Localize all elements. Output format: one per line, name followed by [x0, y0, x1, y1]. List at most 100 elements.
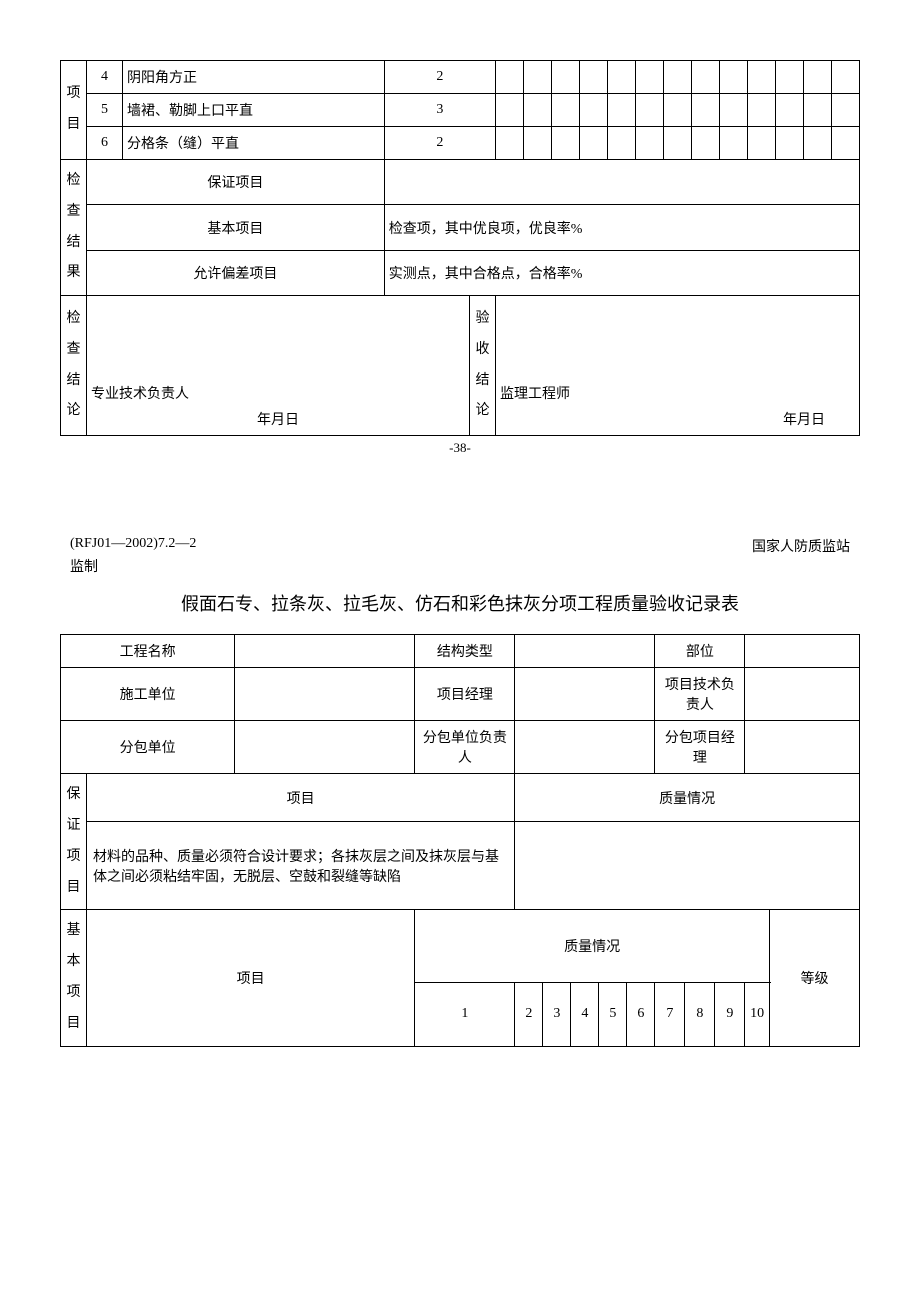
row-num: 4 [87, 61, 123, 94]
num-col: 9 [715, 982, 745, 1046]
cell [832, 127, 860, 160]
label-structure-type: 结构类型 [415, 635, 515, 668]
row-name: 分格条（缝）平直 [123, 127, 385, 160]
cell [496, 127, 524, 160]
num-col: 8 [685, 982, 715, 1046]
form-title: 假面石专、拉条灰、拉毛灰、仿石和彩色抹灰分项工程质量验收记录表 [60, 590, 860, 616]
cell [552, 61, 580, 94]
cell [496, 61, 524, 94]
quality-header: 质量情况 [415, 910, 770, 982]
row-tol: 2 [384, 127, 495, 160]
cell [664, 61, 692, 94]
value-position [745, 635, 860, 668]
label-position: 部位 [655, 635, 745, 668]
basic-text: 检查项，其中优良项，优良率% [384, 205, 859, 250]
num-col: 5 [599, 982, 627, 1046]
check-result-vlabel: 检查结果 [61, 160, 87, 296]
cell [748, 94, 776, 127]
cell [748, 61, 776, 94]
date-label: 年月日 [500, 409, 855, 429]
label-project-manager: 项目经理 [415, 668, 515, 721]
value-subcontract-pm [745, 721, 860, 774]
row-name: 墙裙、勒脚上口平直 [123, 94, 385, 127]
cell [664, 127, 692, 160]
cell [692, 127, 720, 160]
cell [720, 94, 748, 127]
row-num: 5 [87, 94, 123, 127]
row-num: 6 [87, 127, 123, 160]
accept-conclusion-vlabel: 验收结论 [470, 296, 496, 436]
label-construction-unit: 施工单位 [61, 668, 235, 721]
value-tech-leader [745, 668, 860, 721]
cell [776, 61, 804, 94]
value-project-manager [515, 668, 655, 721]
cell [832, 61, 860, 94]
value-subcontract-unit [235, 721, 415, 774]
guarantee-label: 保证项目 [87, 160, 385, 205]
guarantee-quality-value [515, 821, 860, 909]
supervisor-cell: 监理工程师 年月日 [496, 296, 860, 436]
guarantee-value [384, 160, 859, 205]
value-construction-unit [235, 668, 415, 721]
row-name: 阴阳角方正 [123, 61, 385, 94]
row-tol: 2 [384, 61, 495, 94]
cell [776, 94, 804, 127]
num-col: 7 [655, 982, 685, 1046]
cell [636, 61, 664, 94]
cell [748, 127, 776, 160]
doc-code: (RFJ01—2002)7.2—2 [70, 536, 196, 556]
value-project-name [235, 635, 415, 668]
cell [804, 127, 832, 160]
tech-leader-cell: 专业技术负责人 年月日 [87, 296, 470, 436]
label-subcontract-pm: 分包项目经理 [655, 721, 745, 774]
cell [636, 127, 664, 160]
cell [692, 61, 720, 94]
deviation-text: 实测点，其中合格点，合格率% [384, 250, 859, 295]
cell [720, 61, 748, 94]
value-subcontract-leader [515, 721, 655, 774]
guarantee-vlabel: 保证项目 [61, 774, 87, 910]
row-tol: 3 [384, 94, 495, 127]
cell [552, 127, 580, 160]
cell [720, 127, 748, 160]
cell [608, 127, 636, 160]
items-vlabel: 项目 [61, 61, 87, 160]
num-col: 1 [415, 982, 515, 1046]
cell [580, 61, 608, 94]
cell [608, 61, 636, 94]
date-label: 年月日 [91, 409, 465, 429]
num-col: 2 [515, 982, 543, 1046]
cell [804, 61, 832, 94]
cell [804, 94, 832, 127]
issuer-line2: 监制 [70, 556, 850, 576]
cell [636, 94, 664, 127]
cell [552, 94, 580, 127]
num-col: 4 [571, 982, 599, 1046]
guarantee-text: 材料的品种、质量必须符合设计要求；各抹灰层之间及抹灰层与基体之间必须粘结牢固，无… [87, 821, 515, 909]
label-project-name: 工程名称 [61, 635, 235, 668]
inspect-conclusion-vlabel: 检查结论 [61, 296, 87, 436]
num-col: 6 [627, 982, 655, 1046]
cell [832, 94, 860, 127]
cell [524, 127, 552, 160]
label-subcontract-unit: 分包单位 [61, 721, 235, 774]
basic-label: 基本项目 [87, 205, 385, 250]
deviation-label: 允许偏差项目 [87, 250, 385, 295]
cell [608, 94, 636, 127]
value-structure-type [515, 635, 655, 668]
page-number: -38- [60, 440, 860, 456]
cell [692, 94, 720, 127]
cell [524, 94, 552, 127]
cell [524, 61, 552, 94]
label-tech-leader: 项目技术负责人 [655, 668, 745, 721]
quality-header: 质量情况 [515, 774, 860, 822]
cell [776, 127, 804, 160]
item-header: 项目 [87, 774, 515, 822]
basic-vlabel: 基本项目 [61, 910, 87, 1046]
top-inspection-table: 项目 4 阴阳角方正 2 5 墙裙、勒脚上口平直 3 6 分格条（缝）平直 2 … [60, 60, 860, 436]
issuer: 国家人防质监站 [752, 536, 850, 556]
label-subcontract-leader: 分包单位负责人 [415, 721, 515, 774]
num-col: 10 [745, 982, 770, 1046]
supervisor-label: 监理工程师 [500, 383, 855, 403]
cell [580, 94, 608, 127]
